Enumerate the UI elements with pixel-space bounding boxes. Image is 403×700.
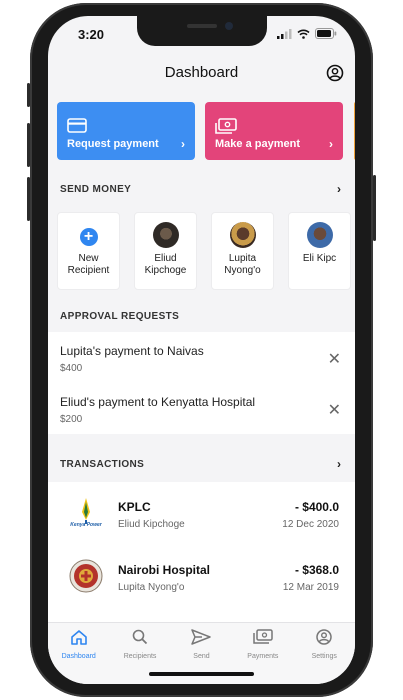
- approval-title: Eliud's payment to Kenyatta Hospital: [60, 395, 256, 409]
- new-recipient-button[interactable]: + New Recipient: [57, 212, 120, 290]
- tab-settings[interactable]: Settings: [294, 623, 354, 684]
- kplc-logo-text: Kenya Power: [70, 522, 102, 528]
- transactions-heading: TRANSACTIONS: [60, 459, 145, 470]
- tab-label: Settings: [311, 653, 337, 660]
- recipient-card[interactable]: Lupita Nyong'o: [211, 212, 274, 290]
- notch: [137, 16, 267, 46]
- kplc-logo: Kenya Power: [68, 494, 104, 532]
- tab-label: Dashboard: [61, 653, 96, 660]
- tab-bar: Dashboard Recipients Send Payments Setti…: [48, 622, 355, 684]
- recipient-list: + New Recipient Eliud Kipchoge Lupita Ny…: [57, 212, 351, 290]
- app-screen: 3:20 Dashboard Request payment › Make a …: [48, 16, 355, 684]
- tab-label: Recipients: [123, 653, 157, 660]
- request-payment-button[interactable]: Request payment ›: [57, 102, 195, 160]
- camera: [225, 22, 233, 30]
- avatar: [306, 222, 333, 248]
- tab-dashboard[interactable]: Dashboard: [49, 623, 109, 684]
- table-row[interactable]: Kenya Power KPLC Eliud Kipchoge - $400.0…: [48, 482, 355, 545]
- approval-title: Lupita's payment to Naivas: [60, 344, 204, 358]
- cash-icon: [215, 118, 237, 134]
- close-icon[interactable]: ✕: [328, 349, 341, 369]
- table-row[interactable]: Nairobi Hospital Lupita Nyong'o - $368.0…: [48, 545, 355, 608]
- power-button: [373, 175, 376, 241]
- transaction-date: 12 Dec 2020: [282, 519, 339, 530]
- status-time: 3:20: [78, 27, 105, 42]
- new-recipient-label: New Recipient: [67, 253, 110, 276]
- list-item[interactable]: Eliud's payment to Kenyatta Hospital $20…: [48, 383, 355, 434]
- quick-actions: Request payment › Make a payment ›: [57, 102, 343, 160]
- next-action-card-peek[interactable]: [354, 102, 355, 160]
- plus-icon: +: [79, 228, 98, 246]
- signal-icon: [277, 28, 292, 39]
- recipient-card[interactable]: Eli Kipc: [288, 212, 351, 290]
- home-icon: [70, 630, 87, 645]
- approval-amount: $400: [60, 363, 83, 374]
- transaction-person: Lupita Nyong'o: [118, 582, 185, 593]
- list-item[interactable]: Lupita's payment to Naivas $400 ✕: [48, 332, 355, 383]
- close-icon[interactable]: ✕: [328, 400, 341, 420]
- request-payment-label: Request payment: [67, 138, 159, 150]
- transaction-name: Nairobi Hospital: [118, 563, 211, 577]
- settings-icon: [316, 629, 332, 645]
- volume-up-button: [27, 123, 30, 167]
- transaction-date: 12 Mar 2019: [282, 582, 339, 593]
- approval-amount: $200: [60, 414, 83, 425]
- home-indicator: [149, 672, 254, 676]
- send-money-chevron-icon[interactable]: ›: [337, 182, 341, 196]
- transaction-list: Kenya Power KPLC Eliud Kipchoge - $400.0…: [48, 482, 355, 632]
- search-icon: [132, 629, 148, 645]
- tab-label: Send: [193, 653, 210, 660]
- send-icon: [191, 629, 212, 645]
- make-payment-button[interactable]: Make a payment ›: [205, 102, 343, 160]
- approval-requests-heading: APPROVAL REQUESTS: [60, 311, 180, 322]
- card-icon: [67, 118, 87, 133]
- transaction-amount: - $368.0: [294, 563, 339, 577]
- transaction-name: KPLC: [118, 500, 151, 514]
- speaker: [187, 24, 217, 28]
- payments-icon: [253, 629, 273, 644]
- app-header: Dashboard: [48, 56, 355, 92]
- profile-icon[interactable]: [326, 64, 344, 82]
- send-money-heading: SEND MONEY: [60, 184, 132, 195]
- avatar: [229, 222, 256, 248]
- recipient-name: Lupita Nyong'o: [224, 253, 261, 276]
- chevron-right-icon: ›: [329, 137, 333, 151]
- transaction-amount: - $400.0: [294, 500, 339, 514]
- recipient-card[interactable]: Eliud Kipchoge: [134, 212, 197, 290]
- chevron-right-icon: ›: [181, 137, 185, 151]
- mute-switch: [27, 83, 30, 107]
- status-icons: [277, 28, 337, 39]
- page-title: Dashboard: [164, 64, 239, 81]
- avatar: [152, 222, 179, 248]
- tab-label: Payments: [247, 653, 279, 660]
- make-payment-label: Make a payment: [215, 138, 300, 150]
- nairobi-hospital-logo: [68, 557, 104, 595]
- volume-down-button: [27, 177, 30, 221]
- recipient-name: Eli Kipc: [302, 253, 337, 264]
- hospital-seal-icon: [69, 559, 103, 593]
- recipient-name: Eliud Kipchoge: [144, 253, 187, 276]
- wifi-icon: [297, 29, 310, 39]
- transaction-person: Eliud Kipchoge: [118, 519, 185, 530]
- battery-icon: [315, 28, 337, 39]
- approval-list: Lupita's payment to Naivas $400 ✕ Eliud'…: [48, 332, 355, 434]
- transactions-chevron-icon[interactable]: ›: [337, 457, 341, 471]
